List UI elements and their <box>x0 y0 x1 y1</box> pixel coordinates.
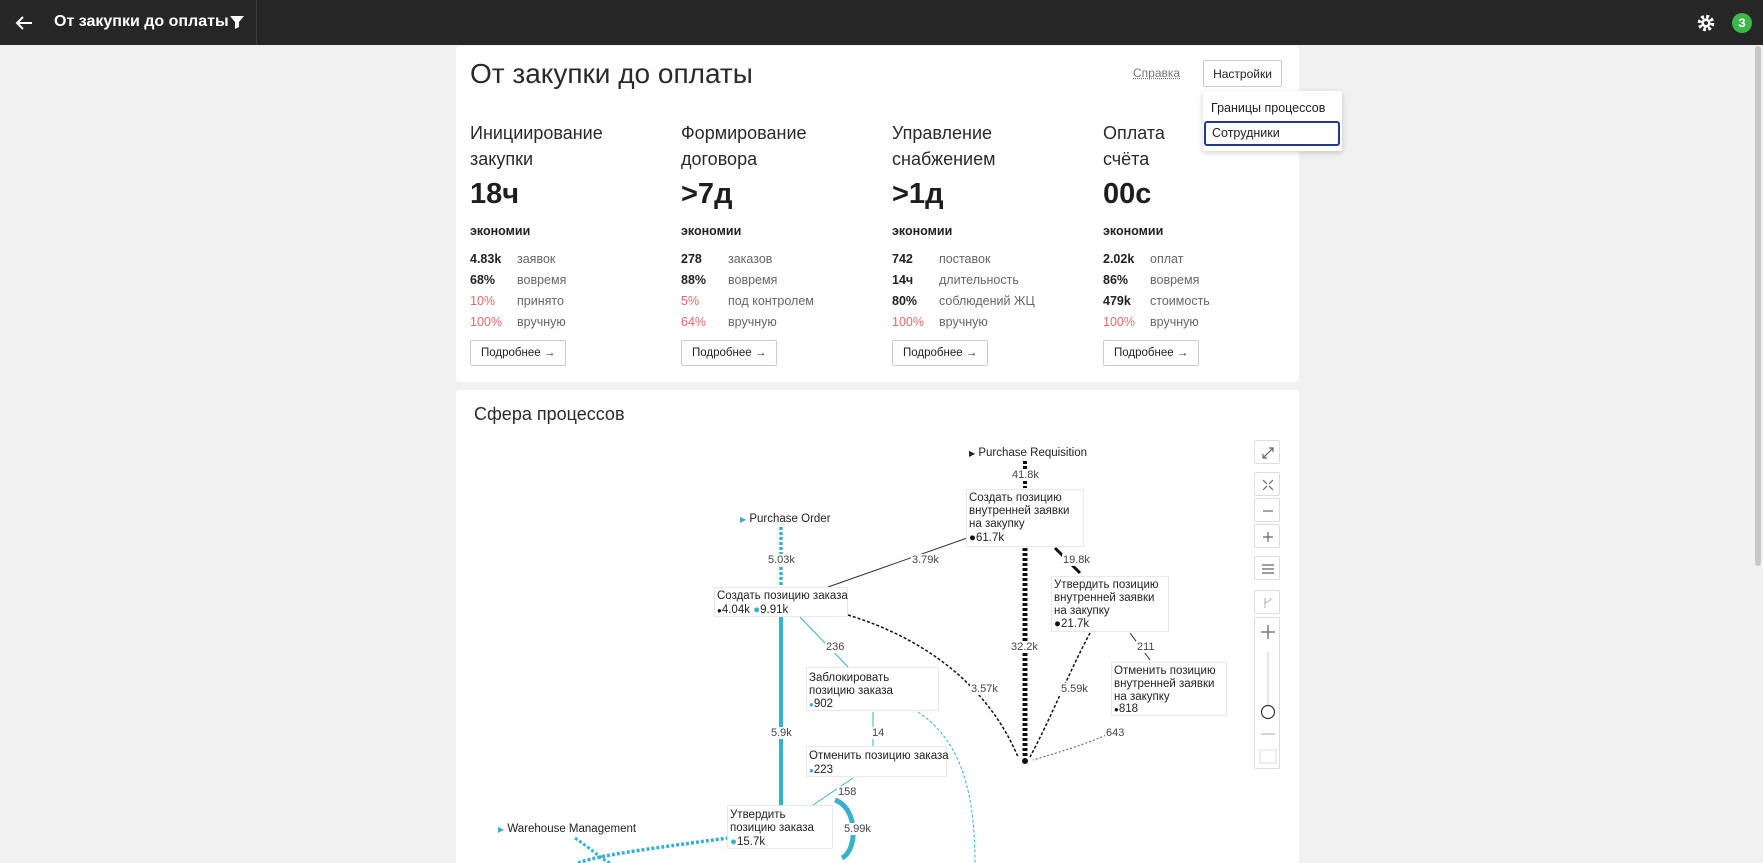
edge-label: 3.79k <box>911 554 940 566</box>
node-count: ●4.04k ●9.91k <box>717 604 789 616</box>
node-count: ●818 <box>1114 703 1139 715</box>
node-label: Purchase Order <box>749 513 831 525</box>
plus-button[interactable] <box>1254 524 1280 548</box>
page-scrollbar[interactable] <box>1755 46 1761 566</box>
node-label: Создать позицию внутренней заявки на зак… <box>969 492 1070 530</box>
edge-label: 5.9k <box>770 727 793 739</box>
node-count: ●61.7k <box>969 532 1005 544</box>
start-node-purchase-requisition[interactable]: ▶ Purchase Requisition <box>969 447 1087 460</box>
edge-block-down <box>917 711 976 863</box>
node-count: ●21.7k <box>1054 618 1090 630</box>
start-node-warehouse-management[interactable]: ▶ Warehouse Management <box>498 823 636 836</box>
node-cancel-order[interactable]: Отменить позицию заказа ●223 <box>806 746 949 777</box>
branch-icon <box>1264 597 1272 608</box>
minus-icon <box>1263 510 1273 512</box>
branch-button[interactable] <box>1254 590 1280 614</box>
node-create-order[interactable]: Создать позицию заказа ●4.04k ●9.91k <box>714 587 848 617</box>
edge-label: 3.57k <box>970 683 999 695</box>
edge-create-req-order <box>827 536 971 588</box>
node-label: Утвердить позицию внутренней заявки на з… <box>1054 579 1159 617</box>
triangle-right-icon: ▶ <box>969 449 976 458</box>
edge-label: 211 <box>1136 641 1156 653</box>
node-count: ●15.7k <box>730 836 766 848</box>
node-label: Заблокировать позицию заказа <box>809 672 893 697</box>
zoom-slider[interactable] <box>1254 617 1280 769</box>
start-node-purchase-order[interactable]: ▶ Purchase Order <box>740 513 831 526</box>
edge-label: 5.03k <box>767 554 796 566</box>
node-label: Отменить позицию внутренней заявки на за… <box>1114 665 1216 703</box>
node-label: Создать позицию заказа <box>717 590 848 602</box>
node-cancel-requisition[interactable]: Отменить позицию внутренней заявки на за… <box>1111 662 1227 716</box>
edge-label: 5.99k <box>843 823 872 835</box>
node-create-requisition[interactable]: Создать позицию внутренней заявки на зак… <box>966 489 1084 547</box>
node-count: ●902 <box>809 698 834 710</box>
fit-view-button[interactable] <box>1254 472 1280 496</box>
edge-label: 19.8k <box>1062 554 1091 566</box>
collapse-icon <box>1262 479 1274 491</box>
triangle-right-icon: ▶ <box>740 515 747 524</box>
edge-label: 32.2k <box>1010 641 1039 653</box>
minus-button[interactable] <box>1254 498 1280 522</box>
edge-label: 5.59k <box>1060 683 1089 695</box>
edge-label: 158 <box>837 786 858 798</box>
node-label: Утвердить позицию заказа <box>730 809 814 834</box>
node-count: ●223 <box>809 764 834 776</box>
node-approve-requisition[interactable]: Утвердить позицию внутренней заявки на з… <box>1051 576 1169 632</box>
edge-label: 14 <box>871 727 886 739</box>
list-button[interactable] <box>1254 556 1280 580</box>
expand-button[interactable] <box>1254 440 1280 464</box>
expand-icon <box>1262 447 1274 459</box>
triangle-right-icon: ▶ <box>498 825 505 834</box>
merge-node <box>1022 758 1028 764</box>
edge-approve-merge <box>1029 632 1091 758</box>
plus-icon <box>1263 532 1273 542</box>
edge-label: 41.8k <box>1011 469 1040 481</box>
node-label: Warehouse Management <box>507 823 637 835</box>
list-icon <box>1262 564 1274 574</box>
node-label: Purchase Requisition <box>978 447 1088 459</box>
node-block-order[interactable]: Заблокировать позицию заказа ●902 <box>806 667 939 711</box>
node-approve-order[interactable]: Утвердить позицию заказа ●15.7k <box>727 805 833 849</box>
edge-label: 643 <box>1105 727 1126 739</box>
node-label: Отменить позицию заказа <box>809 750 949 762</box>
zoom-slider-graphic <box>1259 625 1277 764</box>
edge-label: 236 <box>825 641 846 653</box>
edge-wm-approve <box>577 836 729 863</box>
